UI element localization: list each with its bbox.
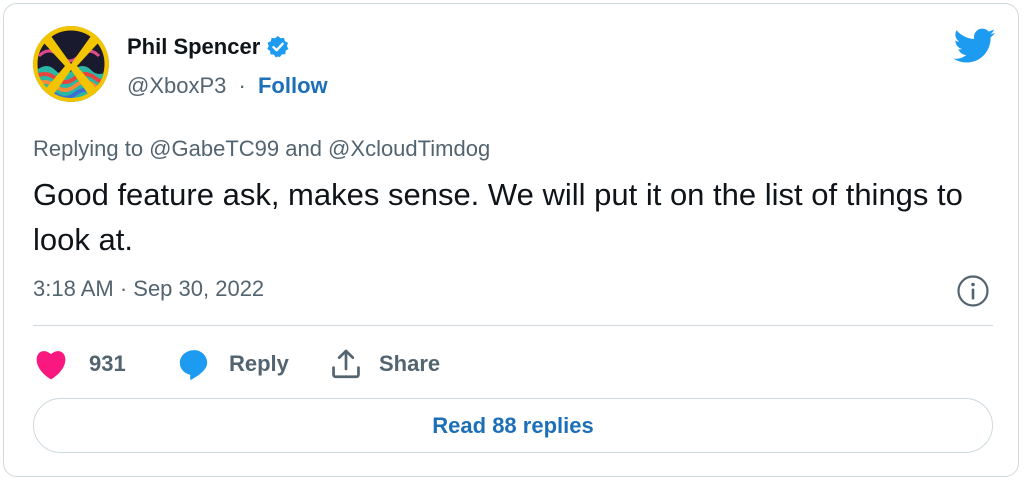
info-icon[interactable] <box>956 274 990 308</box>
replying-to-text: Replying to @GabeTC99 and @XcloudTimdog <box>33 136 491 161</box>
follow-button[interactable]: Follow <box>258 73 328 98</box>
divider <box>33 325 993 326</box>
author-handle[interactable]: @XboxP3 <box>127 73 226 98</box>
reply-button[interactable]: Reply <box>177 347 329 381</box>
like-count: 931 <box>89 351 126 376</box>
heart-icon <box>33 348 69 380</box>
read-replies-label: Read 88 replies <box>432 412 594 438</box>
verified-badge-icon <box>266 35 290 59</box>
share-label: Share <box>379 351 441 376</box>
tweet-text: Good feature ask, makes sense. We will p… <box>33 177 963 257</box>
reply-bubble-icon <box>177 347 211 381</box>
reply-label: Reply <box>229 351 289 376</box>
author-name-row: Phil Spencer <box>127 34 290 60</box>
like-button[interactable]: 931 <box>33 348 177 380</box>
read-replies-button[interactable]: Read 88 replies <box>33 398 993 453</box>
share-icon <box>329 347 363 381</box>
twitter-bird-icon[interactable] <box>953 28 996 64</box>
share-button[interactable]: Share <box>329 347 440 381</box>
author-handle-row: @XboxP3 · Follow <box>127 73 328 99</box>
handle-separator: · <box>238 73 246 98</box>
avatar[interactable] <box>33 26 109 102</box>
tweet-timestamp[interactable]: 3:18 AM · Sep 30, 2022 <box>33 276 264 302</box>
action-bar: 931 Reply Share <box>33 344 440 384</box>
author-name[interactable]: Phil Spencer <box>127 34 260 60</box>
